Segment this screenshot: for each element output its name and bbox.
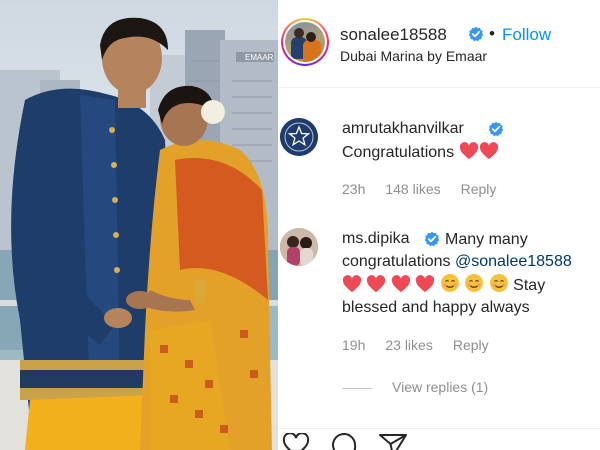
star-logo-icon — [280, 118, 318, 156]
share-icon[interactable] — [378, 433, 408, 450]
header-separator: • — [489, 24, 495, 43]
comment-meta: 19h 23 likes Reply — [342, 337, 509, 353]
commenter-avatar[interactable] — [280, 228, 318, 266]
post-header: sonalee18588 • Follow Dubai Marina by Em… — [278, 0, 600, 88]
post-photo[interactable]: EMAAR — [0, 0, 278, 450]
reply-button[interactable]: Reply — [453, 337, 489, 353]
red-heart-icon — [459, 142, 478, 160]
view-replies-button[interactable]: View replies (1) — [392, 379, 488, 395]
couple-photo-illustration: EMAAR — [0, 17, 278, 450]
commenter-avatar[interactable] — [280, 118, 318, 156]
comment-likes[interactable]: 148 likes — [385, 181, 440, 197]
comment-icon[interactable] — [330, 433, 358, 450]
red-heart-icon — [479, 142, 498, 160]
commenter-username[interactable]: amrutakhanvilkar — [342, 120, 464, 138]
follow-button[interactable]: Follow — [502, 25, 551, 45]
emaar-sign: EMAAR — [245, 53, 274, 62]
verified-badge-icon — [468, 26, 484, 42]
smiling-face-icon — [440, 274, 459, 292]
verified-badge-icon — [488, 121, 504, 137]
comment-likes[interactable]: 23 likes — [385, 337, 432, 353]
comment-time[interactable]: 23h — [342, 181, 365, 197]
profile-photo-icon — [280, 228, 318, 266]
post-location[interactable]: Dubai Marina by Emaar — [340, 48, 487, 64]
comment-meta: 23h 148 likes Reply — [342, 181, 516, 197]
comment-text: Congratulations — [342, 142, 499, 164]
comment-time[interactable]: 19h — [342, 337, 365, 353]
red-heart-icon — [342, 275, 362, 293]
mention-link[interactable]: @sonalee18588 — [455, 253, 572, 270]
comment-text: Many many congratulations @sonalee18588 … — [342, 229, 594, 319]
comment-body: Congratulations — [342, 144, 455, 161]
red-heart-icon — [367, 275, 386, 293]
heart-outline-icon[interactable] — [282, 433, 310, 450]
author-username[interactable]: sonalee18588 — [340, 25, 447, 45]
smiling-face-icon — [489, 274, 508, 292]
action-bar — [278, 428, 600, 450]
red-heart-icon — [416, 275, 435, 293]
reply-button[interactable]: Reply — [461, 181, 497, 197]
smiling-face-icon — [465, 274, 484, 292]
author-avatar[interactable] — [281, 18, 329, 66]
replies-divider-line — [342, 388, 372, 389]
red-heart-icon — [391, 275, 411, 293]
comments-panel: sonalee18588 • Follow Dubai Marina by Em… — [278, 0, 600, 450]
